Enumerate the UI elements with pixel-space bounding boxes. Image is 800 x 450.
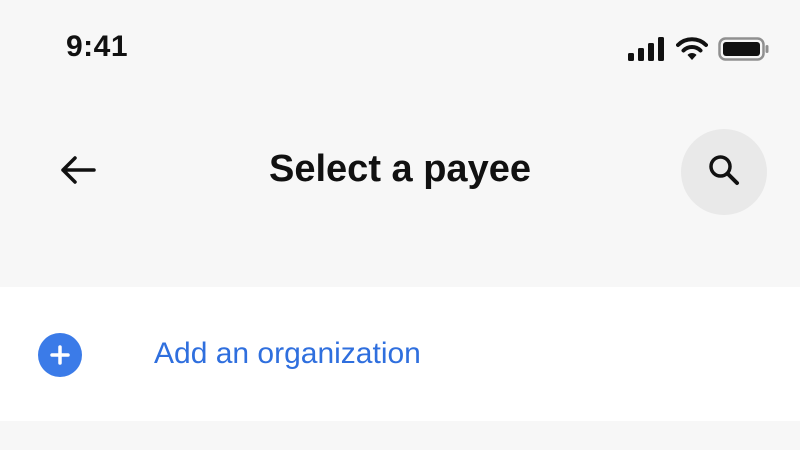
header: Select a payee <box>0 120 800 224</box>
cellular-signal-icon <box>628 37 666 61</box>
plus-circle-icon <box>38 333 82 377</box>
status-time: 9:41 <box>66 30 129 63</box>
battery-icon <box>718 37 770 61</box>
status-bar: 9:41 <box>0 0 800 100</box>
page-title: Select a payee <box>269 148 531 190</box>
payee-list: Add an organization <box>0 287 800 421</box>
search-button[interactable] <box>681 129 767 215</box>
add-organization-item[interactable]: Add an organization <box>0 287 800 421</box>
add-organization-label: Add an organization <box>154 337 421 370</box>
search-icon <box>707 153 741 192</box>
screen: 9:41 Select a payee Add an organization <box>0 0 800 450</box>
wifi-icon <box>676 37 708 61</box>
status-icons <box>628 36 770 62</box>
